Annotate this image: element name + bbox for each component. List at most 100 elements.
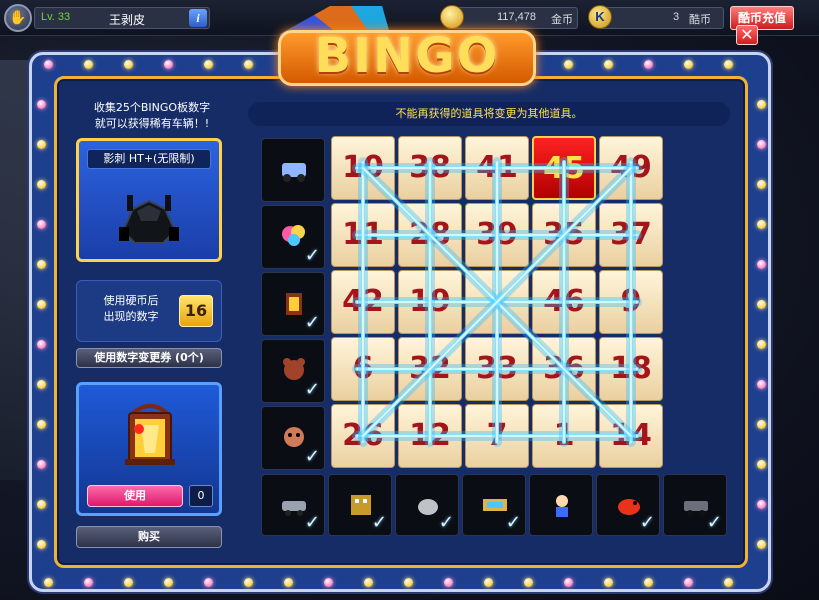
bingo-cell[interactable]: 37 bbox=[599, 203, 663, 267]
bingo-logo: BINGO bbox=[314, 28, 500, 84]
marquee-bulb bbox=[164, 578, 173, 587]
marquee-bulb bbox=[84, 60, 93, 69]
marquee-bulb bbox=[37, 100, 46, 109]
column-prize-slot: ✓ bbox=[261, 474, 325, 536]
column-prize-slot: ✓ bbox=[663, 474, 727, 536]
marquee-bulb bbox=[364, 578, 373, 587]
check-icon: ✓ bbox=[304, 379, 320, 400]
marquee-bulb bbox=[604, 578, 613, 587]
column-prize-slot: ✓ bbox=[462, 474, 526, 536]
marquee-bulb bbox=[757, 540, 766, 549]
marquee-bulb bbox=[244, 60, 253, 69]
buy-button[interactable]: 购买 bbox=[76, 526, 222, 548]
marquee-bulb bbox=[204, 578, 213, 587]
trophy-icon[interactable]: ✋ bbox=[4, 4, 32, 32]
bingo-cell[interactable]: 32 bbox=[398, 337, 462, 401]
coin-number-box: 使用硬币后 出现的数字 16 bbox=[76, 280, 222, 342]
column-prize-slot: ✓ bbox=[395, 474, 459, 536]
marquee-bulb bbox=[724, 578, 733, 587]
info-icon[interactable]: i bbox=[189, 9, 207, 27]
reward-card[interactable]: 影刺 HT+(无限制) bbox=[76, 138, 222, 262]
use-item-button[interactable]: 使用 bbox=[87, 485, 183, 507]
marquee-bulb bbox=[37, 420, 46, 429]
marquee-bulb bbox=[84, 578, 93, 587]
marquee-bulb bbox=[37, 140, 46, 149]
bingo-cell[interactable]: 19 bbox=[398, 270, 462, 334]
check-icon: ✓ bbox=[304, 245, 320, 266]
lantern-item-card: 使用 0 bbox=[76, 382, 222, 516]
bingo-cell[interactable]: 41 bbox=[465, 136, 529, 200]
kart-icon bbox=[119, 195, 179, 244]
marquee-bulb bbox=[757, 220, 766, 229]
marquee-bulb bbox=[644, 578, 653, 587]
bingo-cell[interactable]: 42 bbox=[331, 270, 395, 334]
bingo-cell[interactable]: 18 bbox=[599, 337, 663, 401]
bingo-cell[interactable]: 39 bbox=[465, 203, 529, 267]
item-count: 0 bbox=[189, 485, 213, 507]
marquee-bulb bbox=[404, 578, 413, 587]
bingo-cell[interactable]: 12 bbox=[398, 404, 462, 468]
marquee-bulb bbox=[757, 340, 766, 349]
row-prize-slot: ✓ bbox=[261, 272, 325, 336]
player-name-box: Lv. 33 王剥皮 i bbox=[34, 7, 210, 29]
marquee-bulb bbox=[37, 500, 46, 509]
marquee-bulb bbox=[37, 260, 46, 269]
bingo-cell[interactable]: 28 bbox=[398, 203, 462, 267]
row-prize-slot bbox=[261, 138, 325, 202]
check-icon: ✓ bbox=[304, 512, 320, 533]
bingo-cell[interactable]: 46 bbox=[532, 270, 596, 334]
bingo-cell[interactable]: 49 bbox=[599, 136, 663, 200]
coin-number: 16 bbox=[179, 295, 213, 327]
bingo-cell[interactable]: 1 bbox=[532, 404, 596, 468]
row-prize-slot: ✓ bbox=[261, 339, 325, 403]
kcoin-icon: K bbox=[588, 5, 612, 29]
coin-label-line-2: 出现的数字 bbox=[103, 310, 159, 323]
marquee-bulb bbox=[757, 180, 766, 189]
marquee-bulb bbox=[524, 578, 533, 587]
marquee-bulb bbox=[757, 100, 766, 109]
marquee-bulb bbox=[757, 420, 766, 429]
check-icon: ✓ bbox=[639, 512, 655, 533]
bingo-cell[interactable] bbox=[465, 270, 529, 334]
marquee-bulb bbox=[164, 60, 173, 69]
kcoin-value: 3 bbox=[673, 11, 680, 23]
bingo-cell[interactable]: 11 bbox=[331, 203, 395, 267]
marquee-bulb bbox=[644, 60, 653, 69]
marquee-bulb bbox=[724, 60, 733, 69]
marquee-bulb bbox=[757, 500, 766, 509]
marquee-bulb bbox=[37, 460, 46, 469]
check-icon: ✓ bbox=[304, 446, 320, 467]
use-coupon-button[interactable]: 使用数字变更券 (0个) bbox=[76, 348, 222, 368]
intro-line-1: 收集25个BINGO板数字 bbox=[93, 101, 211, 114]
marquee-bulb bbox=[44, 578, 53, 587]
bingo-cell[interactable]: 26 bbox=[331, 404, 395, 468]
bingo-cell[interactable]: 45 bbox=[532, 136, 596, 200]
bingo-cell[interactable]: 7 bbox=[465, 404, 529, 468]
marquee-bulb bbox=[244, 578, 253, 587]
marquee-bulb bbox=[484, 578, 493, 587]
bingo-cell[interactable]: 35 bbox=[532, 203, 596, 267]
bingo-cell[interactable]: 36 bbox=[532, 337, 596, 401]
intro-line-2: 就可以获得稀有车辆！! bbox=[94, 117, 210, 130]
kart-icon bbox=[282, 163, 306, 182]
close-button[interactable]: ✕ bbox=[736, 25, 758, 45]
marquee-bulb bbox=[684, 578, 693, 587]
marquee-bulb bbox=[44, 60, 53, 69]
check-icon: ✓ bbox=[438, 512, 454, 533]
bingo-cell[interactable]: 14 bbox=[599, 404, 663, 468]
bingo-cell[interactable]: 33 bbox=[465, 337, 529, 401]
marquee-bulb bbox=[37, 340, 46, 349]
check-icon: ✓ bbox=[505, 512, 521, 533]
kcoin-unit: 酷币 bbox=[689, 13, 711, 26]
bingo-cell[interactable]: 9 bbox=[599, 270, 663, 334]
marquee-bulb bbox=[124, 60, 133, 69]
bingo-cell[interactable]: 10 bbox=[331, 136, 395, 200]
marquee-bulb bbox=[37, 220, 46, 229]
marquee-bulb bbox=[757, 380, 766, 389]
marquee-bulb bbox=[564, 578, 573, 587]
marquee-bulb bbox=[604, 60, 613, 69]
marquee-bulb bbox=[757, 140, 766, 149]
bingo-cell[interactable]: 38 bbox=[398, 136, 462, 200]
bingo-cell[interactable]: 6 bbox=[331, 337, 395, 401]
row-prize-slot: ✓ bbox=[261, 205, 325, 269]
